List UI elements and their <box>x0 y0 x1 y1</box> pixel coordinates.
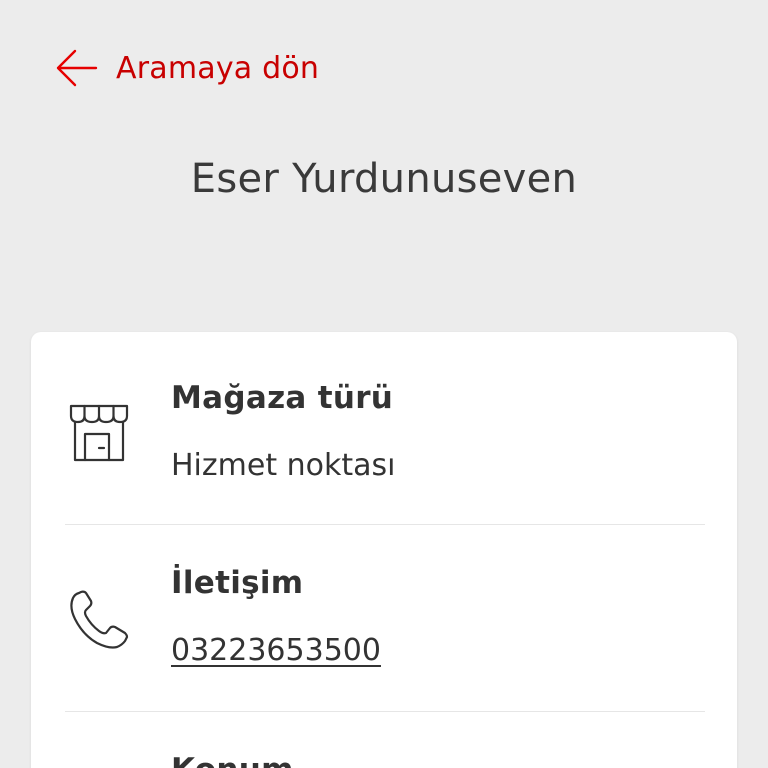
phone-icon <box>70 590 129 649</box>
location-row: Konum <box>31 712 737 768</box>
store-type-title: Mağaza türü <box>171 380 394 416</box>
arrow-left-icon <box>56 49 98 87</box>
location-title: Konum <box>171 752 294 768</box>
back-to-search-link[interactable]: Aramaya dön <box>54 46 319 90</box>
store-type-value: Hizmet noktası <box>171 448 396 483</box>
contact-title: İletişim <box>171 565 304 601</box>
store-type-row: Mağaza türü Hizmet noktası <box>31 332 737 524</box>
storefront-icon <box>69 404 129 462</box>
store-details-card: Mağaza türü Hizmet noktası İletişim 0322… <box>31 332 737 768</box>
contact-phone-link[interactable]: 03223653500 <box>171 633 381 668</box>
back-link-label: Aramaya dön <box>116 50 320 86</box>
contact-row: İletişim 03223653500 <box>31 525 737 711</box>
page-title: Eser Yurdunuseven <box>190 156 578 202</box>
store-detail-page: Aramaya dön Eser Yurdunuseven Mağaza tür… <box>0 0 768 768</box>
